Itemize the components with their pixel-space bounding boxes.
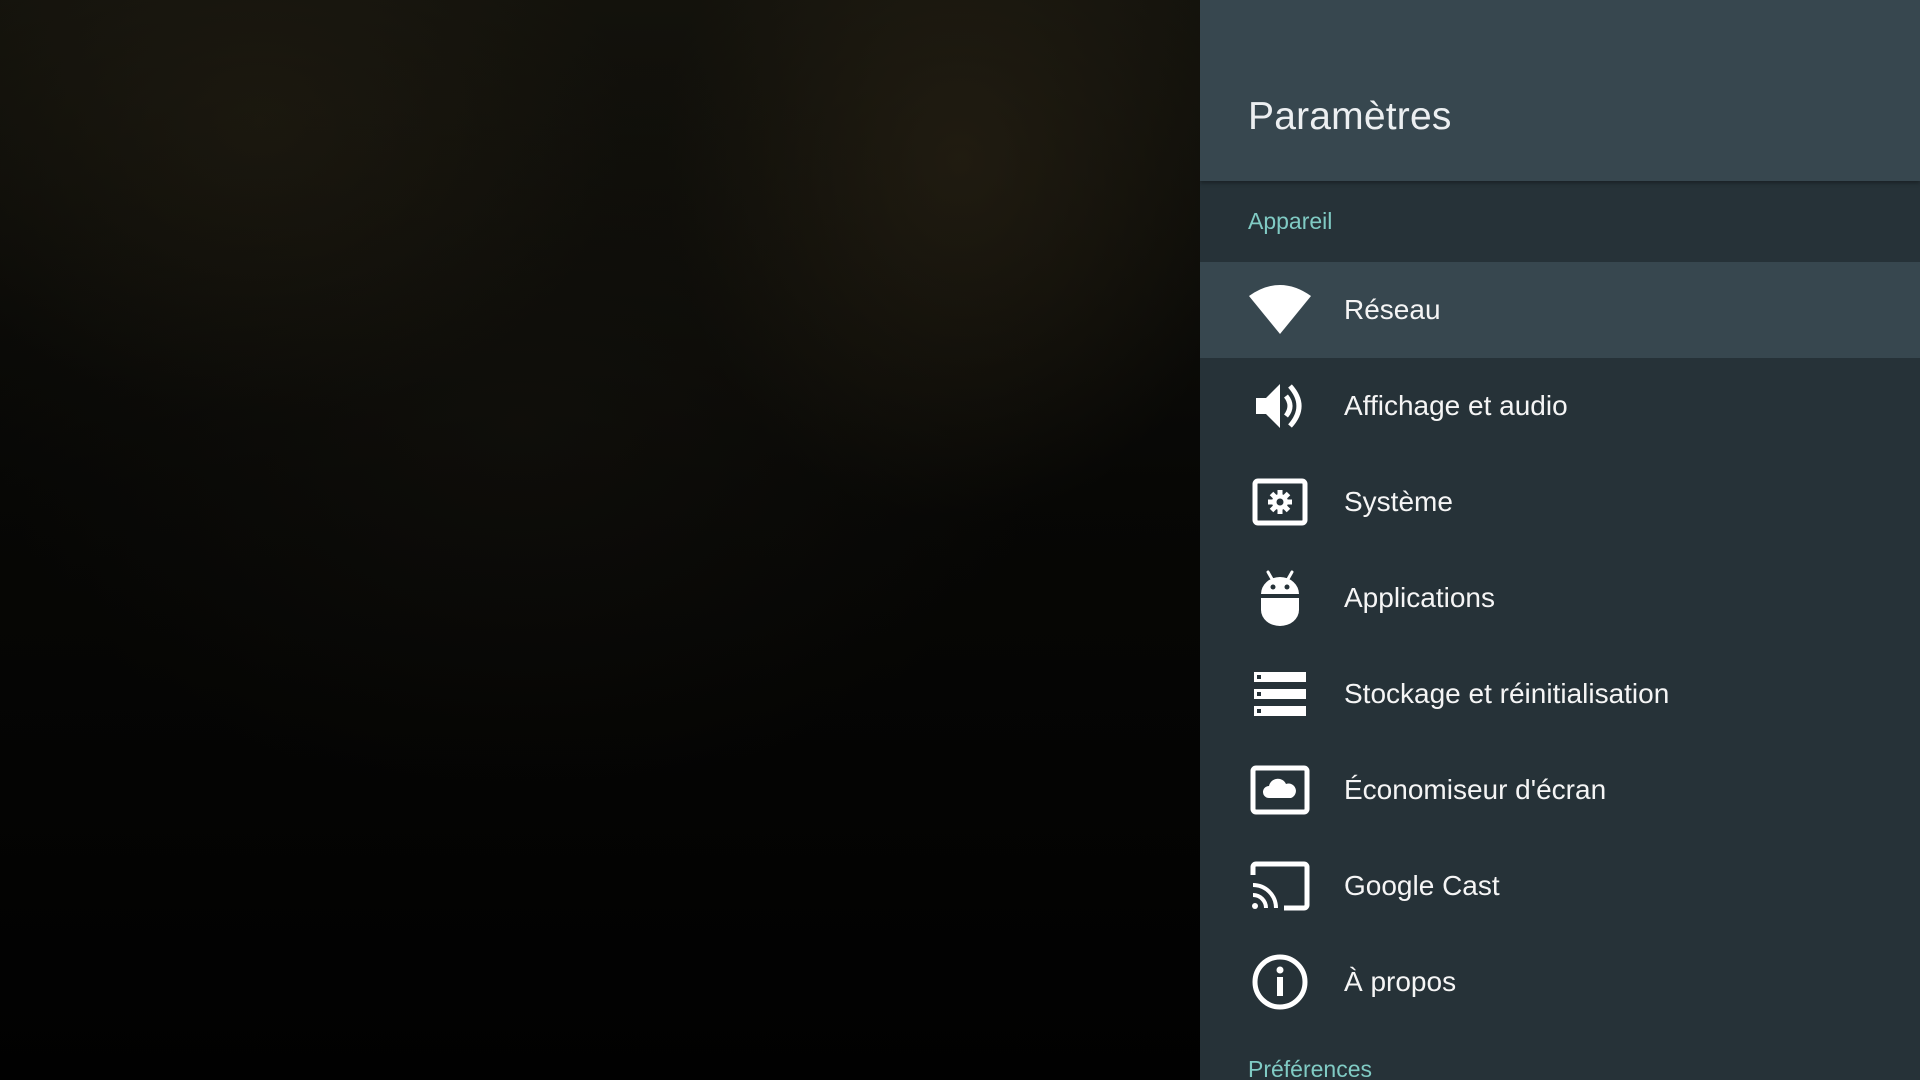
cast-icon: [1248, 854, 1312, 918]
menu-item-label: Réseau: [1344, 294, 1441, 325]
storage-icon: [1248, 662, 1312, 726]
menu-item-screensaver[interactable]: Économiseur d'écran: [1200, 742, 1920, 838]
settings-panel: Paramètres Appareil Réseau Affichage et …: [1200, 0, 1920, 1080]
menu-item-about[interactable]: À propos: [1200, 934, 1920, 1030]
section-label-preferences: Préférences: [1248, 1056, 1373, 1080]
background-artwork: [0, 0, 1200, 1080]
menu-item-label: Système: [1344, 486, 1453, 517]
menu-item-label: Économiseur d'écran: [1344, 774, 1607, 805]
menu-item-system[interactable]: Système: [1200, 454, 1920, 550]
menu-item-label: À propos: [1344, 966, 1457, 997]
settings-menu: Réseau Affichage et audio Système Applic…: [1200, 262, 1920, 1030]
menu-item-label: Applications: [1344, 582, 1495, 613]
menu-item-label: Google Cast: [1344, 870, 1500, 901]
page-title: Paramètres: [1248, 95, 1452, 138]
menu-item-network[interactable]: Réseau: [1200, 262, 1920, 358]
settings-header: Paramètres: [1200, 0, 1920, 181]
menu-item-display-audio[interactable]: Affichage et audio: [1200, 358, 1920, 454]
volume-icon: [1248, 374, 1312, 438]
info-icon: [1248, 950, 1312, 1014]
menu-item-label: Affichage et audio: [1344, 390, 1568, 421]
system-settings-icon: [1248, 470, 1312, 534]
wifi-icon: [1248, 278, 1312, 342]
menu-item-label: Stockage et réinitialisation: [1344, 678, 1670, 709]
menu-item-apps[interactable]: Applications: [1200, 550, 1920, 646]
section-label-device: Appareil: [1248, 208, 1333, 234]
screensaver-icon: [1248, 758, 1312, 822]
menu-item-google-cast[interactable]: Google Cast: [1200, 838, 1920, 934]
android-icon: [1248, 566, 1312, 630]
menu-item-storage-reset[interactable]: Stockage et réinitialisation: [1200, 646, 1920, 742]
